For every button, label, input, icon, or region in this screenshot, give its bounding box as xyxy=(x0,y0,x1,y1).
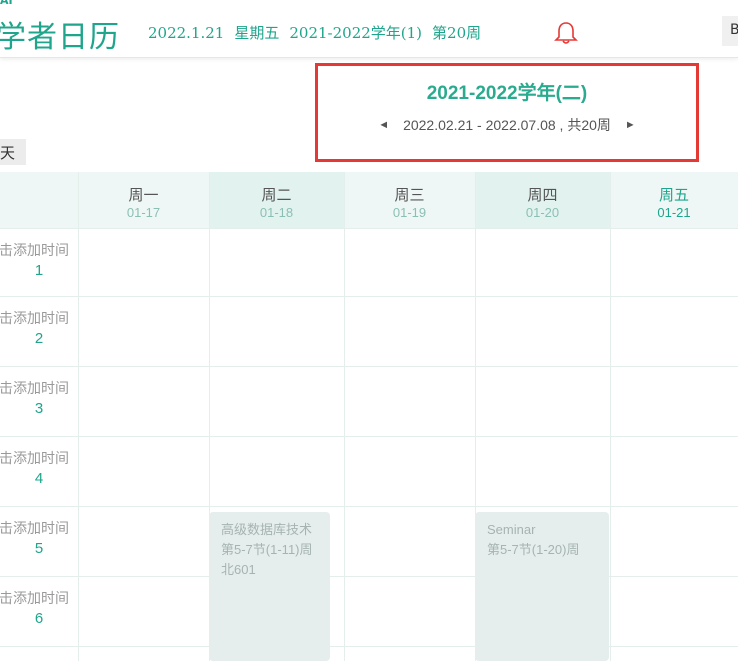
today-button[interactable]: 天 xyxy=(0,139,26,165)
period-number: 3 xyxy=(34,400,44,417)
course-name: Seminar xyxy=(487,522,536,537)
add-time-cell-1[interactable]: 击添加时间 1 xyxy=(0,228,78,298)
period-number: 5 xyxy=(34,540,44,557)
day-label: 周五 xyxy=(658,187,689,204)
mini-logo: AI xyxy=(0,0,13,7)
day-label: 周三 xyxy=(394,187,425,204)
course-name: 高级数据库技术 xyxy=(221,522,313,537)
add-time-label: 击添加时间 xyxy=(0,450,69,466)
grid-divider xyxy=(0,436,738,437)
date-label: 01-19 xyxy=(392,205,427,220)
term-range-row: ◄ 2022.02.21 - 2022.07.08 , 共20周 ► xyxy=(318,115,696,135)
add-time-cell-6[interactable]: 击添加时间 6 xyxy=(0,576,78,646)
top-bar: AI 学者日历 2022.1.21 星期五 2021-2022学年(1) 第20周 B xyxy=(0,0,738,58)
add-time-cell-2[interactable]: 击添加时间 2 xyxy=(0,296,78,366)
day-label: 周一 xyxy=(128,187,159,204)
column-header-thu: 周四 01-20 xyxy=(475,172,610,228)
current-weekday: 星期五 xyxy=(234,24,280,42)
grid-divider xyxy=(0,228,738,229)
period-number: 6 xyxy=(34,610,44,627)
day-label: 周二 xyxy=(261,187,292,204)
add-time-label: 击添加时间 xyxy=(0,242,69,258)
course-block-seminar[interactable]: Seminar 第5-7节(1-20)周 xyxy=(475,512,609,661)
grid-divider xyxy=(0,646,738,647)
grid-divider xyxy=(78,172,79,661)
course-time: 第5-7节(1-11)周 xyxy=(221,542,313,557)
bell-icon[interactable] xyxy=(554,20,578,46)
add-time-cell-4[interactable]: 击添加时间 4 xyxy=(0,436,78,506)
grid-divider xyxy=(0,366,738,367)
grid-divider xyxy=(0,506,738,507)
add-time-label: 击添加时间 xyxy=(0,310,69,326)
course-room: 北601 xyxy=(221,562,256,577)
add-time-cell-3[interactable]: 击添加时间 3 xyxy=(0,366,78,436)
date-label: 01-17 xyxy=(126,205,161,220)
app-title: 学者日历 xyxy=(0,20,120,55)
grid-divider xyxy=(0,296,738,297)
grid-divider xyxy=(610,172,611,661)
term-title: 2021-2022学年(二) xyxy=(426,83,588,104)
add-time-cell-5[interactable]: 击添加时间 5 xyxy=(0,506,78,576)
date-label: 01-20 xyxy=(525,205,560,220)
current-week: 第20周 xyxy=(432,24,482,42)
course-block-database[interactable]: 高级数据库技术 第5-7节(1-11)周 北601 xyxy=(209,512,330,661)
current-date-info: 2022.1.21 星期五 2021-2022学年(1) 第20周 xyxy=(148,22,491,43)
next-term-icon[interactable]: ► xyxy=(625,119,636,131)
course-time: 第5-7节(1-20)周 xyxy=(487,542,580,557)
column-header-fri: 周五 01-21 xyxy=(610,172,738,228)
date-label: 01-18 xyxy=(259,205,294,220)
grid-divider xyxy=(0,576,738,577)
term-range: 2022.02.21 - 2022.07.08 , 共20周 xyxy=(403,117,611,133)
period-number: 1 xyxy=(34,262,44,279)
add-time-label: 击添加时间 xyxy=(0,590,69,606)
column-header-mon: 周一 01-17 xyxy=(78,172,209,228)
day-label: 周四 xyxy=(527,187,558,204)
add-time-label: 击添加时间 xyxy=(0,380,69,396)
date-label: 01-21 xyxy=(657,205,691,220)
current-term: 2021-2022学年(1) xyxy=(289,24,423,42)
period-number: 4 xyxy=(34,470,44,487)
current-date: 2022.1.21 xyxy=(148,24,225,42)
prev-term-icon[interactable]: ◄ xyxy=(378,119,389,131)
column-header-tue: 周二 01-18 xyxy=(209,172,344,228)
grid-divider xyxy=(344,172,345,661)
top-right-button[interactable]: B xyxy=(722,16,738,46)
column-header-wed: 周三 01-19 xyxy=(344,172,475,228)
term-panel: 2021-2022学年(二) ◄ 2022.02.21 - 2022.07.08… xyxy=(315,63,699,162)
period-number: 2 xyxy=(34,330,44,347)
add-time-label: 击添加时间 xyxy=(0,520,69,536)
